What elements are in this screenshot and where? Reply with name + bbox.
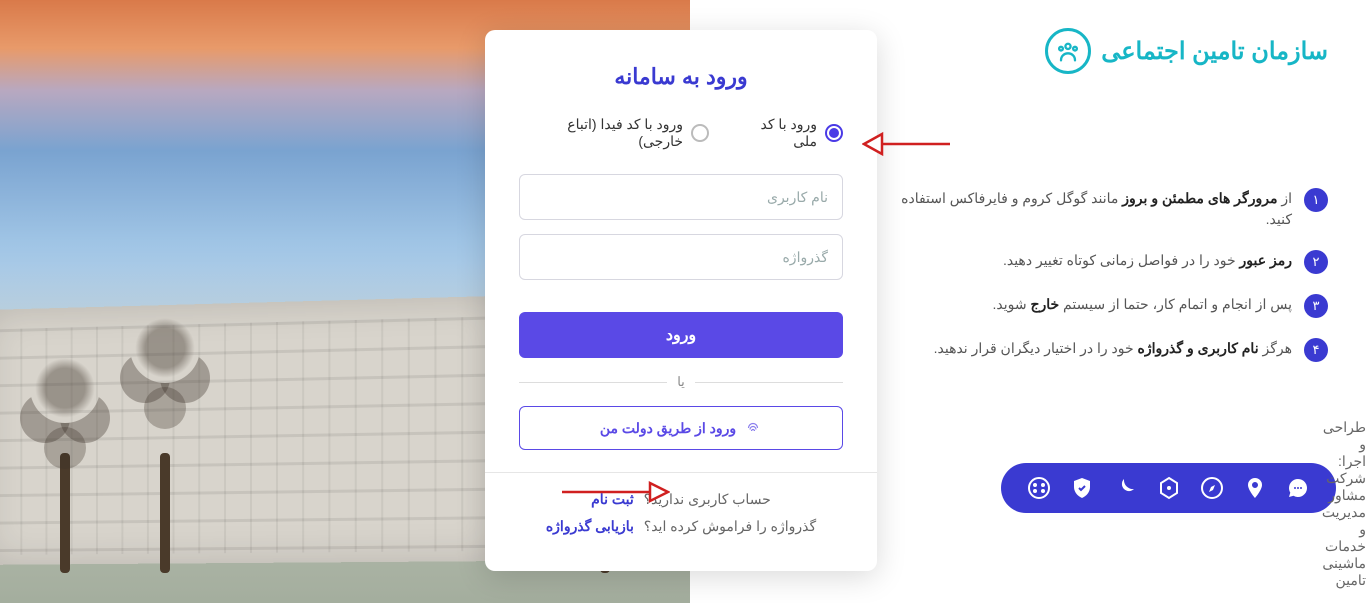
or-text: یا [677,374,685,390]
forgot-row: گذرواژه را فراموش کرده اید؟ بازیابی گذرو… [519,518,843,535]
compass-icon[interactable] [1198,474,1226,502]
radio-unselected-icon [691,124,709,142]
radio-label: ورود با کد ملی [733,116,817,150]
tip-number: ۲ [1304,250,1328,274]
tip-number: ۴ [1304,338,1328,362]
hexagon-icon[interactable] [1155,474,1183,502]
radio-label: ورود با کد فیدا (اتباع خارجی) [519,116,683,150]
brand-icon [1045,28,1091,74]
radio-fida[interactable]: ورود با کد فیدا (اتباع خارجی) [519,116,709,150]
password-input[interactable] [519,234,843,280]
annotation-arrow-icon [560,478,670,506]
or-divider: یا [519,374,843,390]
quick-links-bar [1001,463,1336,513]
radio-national-id[interactable]: ورود با کد ملی [733,116,843,150]
tip-item: ۳ پس از انجام و اتمام کار، حتما از سیستم… [898,294,1328,318]
username-input[interactable] [519,174,843,220]
login-button[interactable]: ورود [519,312,843,358]
tip-item: ۴ هرگز نام کاربری و گذرواژه خود را در اخ… [898,338,1328,362]
fingerprint-icon [744,419,762,437]
tip-text: هرگز نام کاربری و گذرواژه خود را در اختی… [934,338,1292,359]
annotation-arrow-icon [862,128,952,160]
forgot-question: گذرواژه را فراموش کرده اید؟ [644,518,816,534]
location-icon[interactable] [1241,474,1269,502]
tip-item: ۱ از مرورگر های مطمئن و بروز مانند گوگل … [898,188,1328,230]
login-card: ورود به سامانه ورود با کد ملی ورود با کد… [485,30,877,571]
security-tips: ۱ از مرورگر های مطمئن و بروز مانند گوگل … [898,188,1328,362]
film-icon[interactable] [1025,474,1053,502]
forgot-link[interactable]: بازیابی گذرواژه [546,518,634,534]
brand-name: سازمان تامین اجتماعی [1101,37,1328,66]
tip-item: ۲ رمز عبور خود را در فواصل زمانی کوتاه ت… [898,250,1328,274]
radio-selected-icon [825,124,843,142]
moon-icon[interactable] [1111,474,1139,502]
tip-number: ۱ [1304,188,1328,212]
tip-number: ۳ [1304,294,1328,318]
shield-check-icon[interactable] [1068,474,1096,502]
gov-login-label: ورود از طریق دولت من [600,420,736,437]
tip-text: از مرورگر های مطمئن و بروز مانند گوگل کر… [898,188,1292,230]
login-method-radio-group: ورود با کد ملی ورود با کد فیدا (اتباع خا… [519,116,843,150]
gov-login-button[interactable]: ورود از طریق دولت من [519,406,843,450]
brand-logo: سازمان تامین اجتماعی [1045,28,1328,74]
login-title: ورود به سامانه [519,64,843,90]
tip-text: رمز عبور خود را در فواصل زمانی کوتاه تغی… [1003,250,1292,271]
chat-icon[interactable] [1284,474,1312,502]
tip-text: پس از انجام و اتمام کار، حتما از سیستم خ… [992,294,1292,315]
